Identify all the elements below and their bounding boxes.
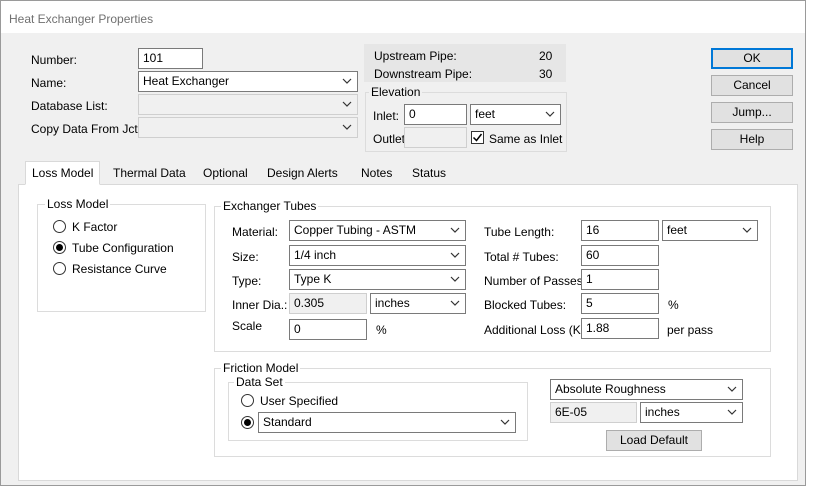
tube-configuration-radio[interactable] xyxy=(53,241,66,254)
standard-data-set-value: Standard xyxy=(263,415,312,429)
database-list-label: Database List: xyxy=(31,99,108,113)
database-list-combo[interactable] xyxy=(138,94,358,115)
passes-input[interactable]: 1 xyxy=(581,269,659,290)
name-combo-value: Heat Exchanger xyxy=(143,74,230,88)
type-combo[interactable]: Type K xyxy=(289,269,466,290)
total-tubes-input[interactable]: 60 xyxy=(581,245,659,266)
tab-notes[interactable]: Notes xyxy=(355,164,398,185)
exchanger-tubes-title: Exchanger Tubes xyxy=(221,199,319,213)
blocked-tubes-unit: % xyxy=(668,298,679,312)
inner-dia-label: Inner Dia.: xyxy=(232,298,288,312)
material-combo[interactable]: Copper Tubing - ASTM xyxy=(289,220,466,241)
additional-loss-label: Additional Loss (K): xyxy=(484,323,589,337)
number-input[interactable]: 101 xyxy=(138,48,203,69)
tab-status[interactable]: Status xyxy=(406,164,452,185)
copy-data-label: Copy Data From Jct... xyxy=(31,122,148,136)
tube-length-unit-combo[interactable]: feet xyxy=(662,220,758,241)
material-value: Copper Tubing - ASTM xyxy=(294,223,417,237)
tab-loss-model[interactable]: Loss Model xyxy=(25,161,101,185)
same-as-inlet-checkbox[interactable] xyxy=(471,131,484,144)
tab-optional[interactable]: Optional xyxy=(197,164,254,185)
size-combo[interactable]: 1/4 inch xyxy=(289,245,466,266)
dialog-window: Heat Exchanger Properties Number: 101 Na… xyxy=(0,0,806,486)
help-button[interactable]: Help xyxy=(711,129,793,150)
chevron-down-icon xyxy=(727,386,737,392)
tube-length-label: Tube Length: xyxy=(484,225,555,239)
tube-length-unit-value: feet xyxy=(667,223,688,237)
downstream-pipe-label: Downstream Pipe: xyxy=(374,67,473,81)
same-as-inlet-label: Same as Inlet xyxy=(489,132,563,146)
chevron-down-icon xyxy=(742,227,752,233)
roughness-unit-combo[interactable]: inches xyxy=(640,402,743,423)
tab-design-alerts[interactable]: Design Alerts xyxy=(261,164,344,185)
passes-label: Number of Passes: xyxy=(484,274,587,288)
checkmark-icon xyxy=(472,133,483,142)
chevron-down-icon xyxy=(342,101,352,107)
elevation-unit-value: feet xyxy=(475,107,496,121)
load-default-button[interactable]: Load Default xyxy=(606,430,702,451)
chevron-down-icon xyxy=(450,252,460,258)
total-tubes-label: Total # Tubes: xyxy=(484,250,559,264)
resistance-curve-label: Resistance Curve xyxy=(72,262,167,276)
chevron-down-icon xyxy=(450,300,460,306)
blocked-tubes-input[interactable]: 5 xyxy=(581,293,659,314)
data-set-title: Data Set xyxy=(234,375,285,389)
scale-unit: % xyxy=(376,323,387,337)
user-specified-radio[interactable] xyxy=(241,394,254,407)
type-value: Type K xyxy=(294,272,332,286)
size-label: Size: xyxy=(232,250,259,264)
standard-radio[interactable] xyxy=(241,416,254,429)
chevron-down-icon xyxy=(342,78,352,84)
chevron-down-icon xyxy=(450,276,460,282)
name-label: Name: xyxy=(31,76,67,90)
tube-length-input[interactable]: 16 xyxy=(581,220,659,241)
k-factor-label: K Factor xyxy=(72,220,118,234)
title-bar: Heat Exchanger Properties xyxy=(1,1,805,33)
roughness-type-combo[interactable]: Absolute Roughness xyxy=(550,379,743,400)
ok-button[interactable]: OK xyxy=(711,48,793,69)
loss-model-title: Loss Model xyxy=(45,197,111,211)
chevron-down-icon xyxy=(727,409,737,415)
upstream-pipe-label: Upstream Pipe: xyxy=(374,49,457,63)
elevation-unit-combo[interactable]: feet xyxy=(470,104,561,125)
tube-configuration-label: Tube Configuration xyxy=(72,241,174,255)
upstream-pipe-value: 20 xyxy=(539,49,553,63)
copy-data-combo[interactable] xyxy=(138,117,358,138)
cancel-button[interactable]: Cancel xyxy=(711,75,793,96)
inlet-label: Inlet: xyxy=(373,109,400,123)
chevron-down-icon xyxy=(545,111,555,117)
size-value: 1/4 inch xyxy=(294,248,337,262)
inner-dia-unit-combo[interactable]: inches xyxy=(370,293,466,314)
type-label: Type: xyxy=(232,274,262,288)
chevron-down-icon xyxy=(342,124,352,130)
elevation-title: Elevation xyxy=(369,85,423,99)
roughness-unit-value: inches xyxy=(645,405,680,419)
additional-loss-unit: per pass xyxy=(667,323,714,337)
chevron-down-icon xyxy=(500,419,510,425)
chevron-down-icon xyxy=(450,227,460,233)
friction-model-title: Friction Model xyxy=(221,361,301,375)
material-label: Material: xyxy=(232,225,279,239)
inner-dia-input[interactable]: 0.305 xyxy=(289,293,367,314)
inlet-input[interactable]: 0 xyxy=(404,104,467,125)
roughness-value-input[interactable]: 6E-05 xyxy=(550,402,637,423)
k-factor-radio[interactable] xyxy=(53,220,66,233)
downstream-pipe-value: 30 xyxy=(539,67,553,81)
jump-button[interactable]: Jump... xyxy=(711,102,793,123)
blocked-tubes-label: Blocked Tubes: xyxy=(484,298,567,312)
tab-thermal-data[interactable]: Thermal Data xyxy=(107,164,192,185)
user-specified-label: User Specified xyxy=(260,394,339,408)
scale-input[interactable]: 0 xyxy=(289,319,367,340)
resistance-curve-radio[interactable] xyxy=(53,262,66,275)
scale-label: Scale xyxy=(232,319,263,333)
roughness-type-value: Absolute Roughness xyxy=(555,382,666,396)
inner-dia-unit-value: inches xyxy=(375,296,410,310)
number-label: Number: xyxy=(31,53,78,67)
additional-loss-input[interactable]: 1.88 xyxy=(581,318,659,339)
name-combo[interactable]: Heat Exchanger xyxy=(138,71,358,92)
outlet-input[interactable] xyxy=(404,127,467,148)
standard-data-set-combo[interactable]: Standard xyxy=(258,412,516,433)
dialog-title: Heat Exchanger Properties xyxy=(9,12,154,26)
